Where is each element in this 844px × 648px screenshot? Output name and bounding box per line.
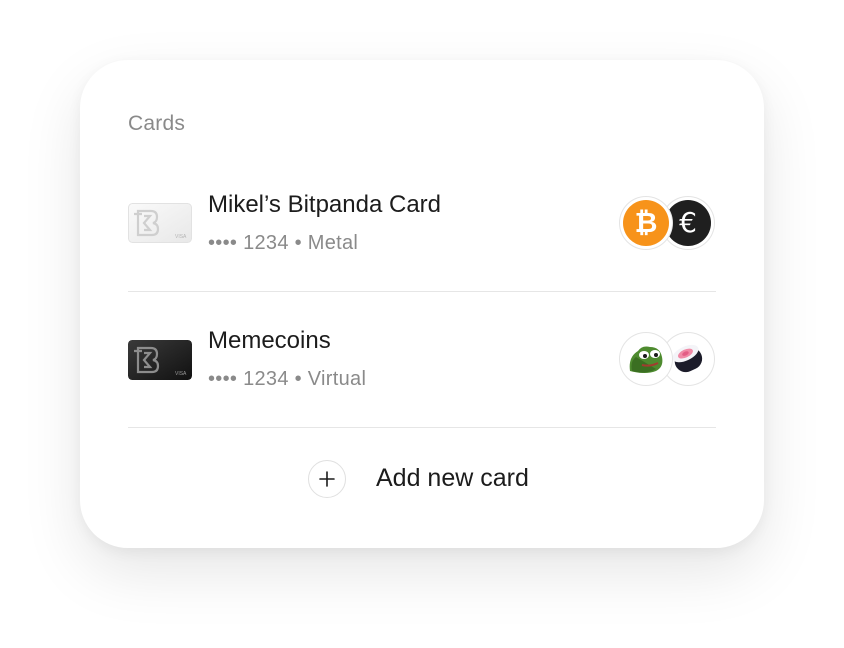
card-assets: ₿ € xyxy=(620,197,716,253)
add-new-card-label[interactable]: Add new card xyxy=(376,464,529,493)
card-row-memecoins[interactable]: VISA Memecoins •••• 1234 • Virtual xyxy=(128,319,716,411)
section-title: Cards xyxy=(128,112,186,135)
svg-text:₿: ₿ xyxy=(635,206,658,239)
card-thumbnail-metal: VISA xyxy=(128,203,192,243)
bitcoin-icon: ₿ xyxy=(620,197,672,249)
card-name: Memecoins xyxy=(208,327,331,354)
card-brand-text: VISA xyxy=(175,371,187,377)
add-new-card-button[interactable]: Add new card xyxy=(128,442,716,514)
card-details: •••• 1234 • Metal xyxy=(208,232,359,254)
divider xyxy=(128,291,716,292)
svg-text:€: € xyxy=(679,206,697,239)
card-assets xyxy=(620,333,716,389)
divider xyxy=(128,427,716,428)
card-name: Mikel’s Bitpanda Card xyxy=(208,191,442,218)
card-details: •••• 1234 • Virtual xyxy=(208,368,367,390)
card-thumbnail-dark: VISA xyxy=(128,340,192,380)
card-row-bitpanda[interactable]: VISA Mikel’s Bitpanda Card •••• 1234 • M… xyxy=(128,183,716,275)
cards-panel: Cards VISA Mikel’s Bitpanda Card •••• 12… xyxy=(80,60,764,548)
plus-icon[interactable] xyxy=(308,460,346,498)
pepe-frog-icon xyxy=(620,333,672,385)
card-brand-text: VISA xyxy=(175,234,187,240)
